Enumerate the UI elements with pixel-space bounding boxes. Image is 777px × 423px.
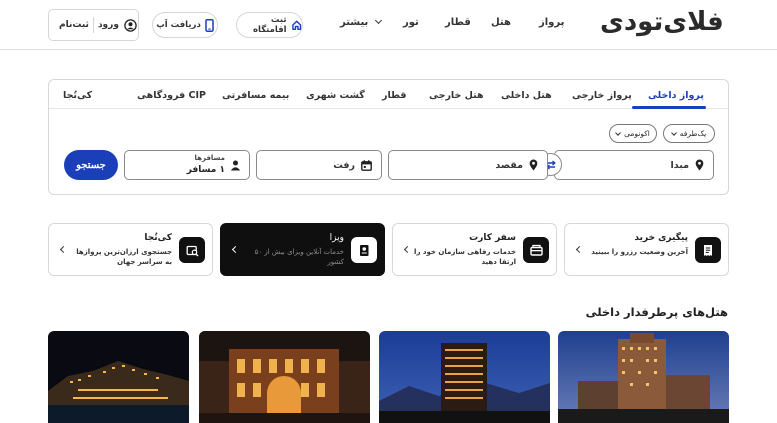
divider bbox=[92, 17, 94, 33]
hotel-card[interactable] bbox=[379, 331, 550, 423]
location-pin-icon bbox=[529, 159, 538, 171]
card-kitoja[interactable]: کی‌تُجا جستجوی ارزان‌ترین پروازها به سرا… bbox=[48, 223, 213, 276]
popular-hotels-title: هتل‌های پرطرفدار داخلی bbox=[585, 305, 728, 319]
nav-more[interactable]: بیشتر bbox=[340, 16, 382, 28]
chevron-left-icon bbox=[575, 245, 584, 254]
top-header: فلای‌تودی پرواز هتل قطار تور بیشتر ثبت ا… bbox=[0, 0, 777, 50]
tab-airport-cip[interactable]: CIP فرودگاهی bbox=[137, 90, 206, 101]
hotel-card[interactable] bbox=[558, 331, 729, 423]
cabin-class-select[interactable]: اکونومی bbox=[609, 124, 657, 143]
nav-more-label: بیشتر bbox=[340, 17, 369, 28]
wallet-icon bbox=[523, 237, 549, 263]
calendar-icon bbox=[361, 159, 372, 171]
signup-link[interactable]: ثبت‌نام bbox=[59, 20, 89, 30]
chevron-left-icon bbox=[403, 245, 412, 254]
tab-international-hotel[interactable]: هتل خارجی bbox=[429, 90, 484, 101]
get-app-button[interactable]: دریافت اَپ bbox=[152, 12, 218, 38]
tab-kitoja[interactable]: کی‌تُجا bbox=[63, 90, 92, 101]
register-residence-button[interactable]: ثبت اقامتگاه bbox=[236, 12, 303, 38]
trip-type-select[interactable]: یک‌طرفه bbox=[663, 124, 715, 143]
search-panel: پرواز داخلی پرواز خارجی هتل داخلی هتل خا… bbox=[48, 79, 729, 195]
receipt-icon bbox=[695, 237, 721, 263]
tab-city-tour[interactable]: گشت شهری bbox=[306, 90, 365, 101]
hotel-image bbox=[558, 331, 729, 423]
chevron-down-icon bbox=[670, 129, 677, 136]
card-description: خدمات رفاهی سازمان خود را ارتقا دهید bbox=[414, 248, 516, 266]
hotel-image bbox=[48, 331, 189, 423]
card-title: کی‌تُجا bbox=[144, 233, 172, 243]
card-title: پیگیری خرید bbox=[634, 233, 688, 243]
hotel-card[interactable] bbox=[48, 331, 189, 423]
hotel-image bbox=[199, 331, 370, 423]
search-button[interactable]: جستجو bbox=[64, 150, 118, 180]
card-safar-card[interactable]: سفر کارت خدمات رفاهی سازمان خود را ارتقا… bbox=[392, 223, 557, 276]
site-logo[interactable]: فلای‌تودی bbox=[600, 7, 725, 37]
tab-domestic-hotel[interactable]: هتل داخلی bbox=[501, 90, 552, 101]
tab-train[interactable]: قطار bbox=[382, 90, 407, 101]
cabin-class-value: اکونومی bbox=[624, 129, 650, 138]
depart-date-field[interactable]: رفت bbox=[256, 150, 382, 180]
card-visa[interactable]: ویزا خدمات آنلاین ویزای بیش از ۵۰ کشور bbox=[220, 223, 385, 276]
nav-tour[interactable]: تور bbox=[403, 17, 419, 28]
origin-field[interactable]: مبدا bbox=[554, 150, 714, 180]
login-signup-box: ثبت‌نام ورود bbox=[48, 9, 139, 41]
person-icon bbox=[230, 160, 241, 171]
login-link[interactable]: ورود bbox=[98, 20, 119, 30]
card-description: خدمات آنلاین ویزای بیش از ۵۰ کشور bbox=[254, 248, 344, 266]
user-circle-icon bbox=[124, 18, 137, 32]
hotel-image bbox=[379, 331, 550, 423]
get-app-label: دریافت اَپ bbox=[156, 20, 201, 30]
destination-field[interactable]: مقصد bbox=[388, 150, 548, 180]
register-residence-label: ثبت اقامتگاه bbox=[253, 15, 287, 35]
ticket-search-icon bbox=[179, 237, 205, 263]
card-order-tracking[interactable]: پیگیری خرید آخرین وضعیت رزرو را ببینید bbox=[564, 223, 729, 276]
tab-international-flight[interactable]: پرواز خارجی bbox=[572, 90, 632, 101]
origin-placeholder: مبدا bbox=[670, 159, 689, 171]
chevron-left-icon bbox=[231, 245, 240, 254]
card-description: آخرین وضعیت رزرو را ببینید bbox=[591, 248, 688, 256]
mobile-icon bbox=[205, 18, 214, 32]
tab-domestic-flight[interactable]: پرواز داخلی bbox=[648, 90, 704, 101]
chevron-down-icon bbox=[374, 16, 382, 25]
active-tab-indicator bbox=[632, 106, 706, 109]
depart-placeholder: رفت bbox=[333, 159, 355, 171]
passengers-label: مسافرها bbox=[194, 154, 225, 162]
destination-placeholder: مقصد bbox=[495, 159, 523, 171]
search-tabs: پرواز داخلی پرواز خارجی هتل داخلی هتل خا… bbox=[49, 80, 728, 109]
hotel-card[interactable] bbox=[199, 331, 370, 423]
tab-travel-insurance[interactable]: بیمه مسافرتی bbox=[222, 90, 289, 101]
location-pin-icon bbox=[695, 159, 704, 171]
card-description: جستجوی ارزان‌ترین پروازها به سراسر جهان bbox=[76, 248, 172, 266]
passport-icon bbox=[351, 237, 377, 263]
nav-hotel[interactable]: هتل bbox=[491, 17, 511, 28]
card-title: سفر کارت bbox=[469, 233, 516, 243]
chevron-down-icon bbox=[615, 129, 621, 136]
nav-flight[interactable]: پرواز bbox=[539, 17, 564, 28]
home-icon bbox=[291, 20, 301, 30]
passengers-field[interactable]: مسافرها ۱ مسافر bbox=[124, 150, 250, 180]
trip-type-value: یک‌طرفه bbox=[679, 129, 707, 138]
nav-train[interactable]: قطار bbox=[445, 17, 471, 28]
chevron-left-icon bbox=[59, 245, 68, 254]
passengers-value: ۱ مسافر bbox=[186, 165, 225, 175]
card-title: ویزا bbox=[329, 233, 344, 243]
